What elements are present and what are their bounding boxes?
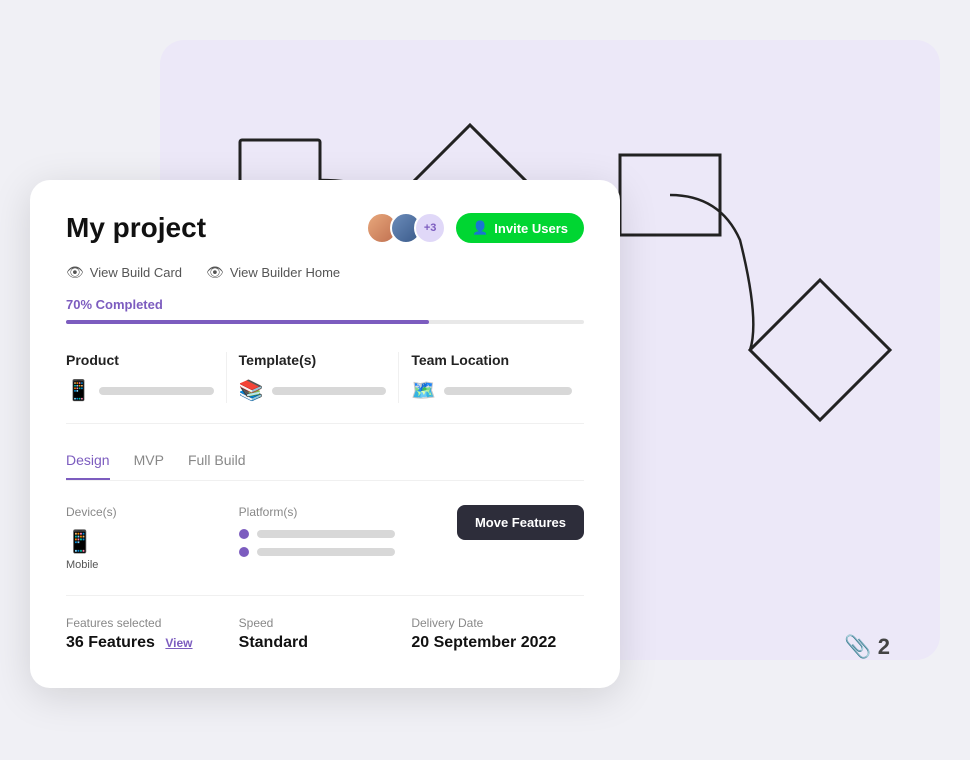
progress-bar-fill xyxy=(66,320,429,324)
bottom-delivery: Delivery Date 20 September 2022 xyxy=(411,616,584,652)
attachment-badge: 📎 2 xyxy=(844,634,890,660)
attachment-count: 2 xyxy=(878,634,890,660)
platforms-label: Platform(s) xyxy=(239,505,396,519)
progress-bar-background xyxy=(66,320,584,324)
bottom-features: Features selected 36 Features View xyxy=(66,616,239,652)
attachment-icon: 📎 xyxy=(844,634,871,660)
invite-users-button[interactable]: 👤 Invite Users xyxy=(456,213,584,243)
device-name: Mobile xyxy=(66,559,223,571)
platform-bar-row-2 xyxy=(239,547,396,557)
platform-dot-2 xyxy=(239,547,249,557)
delivery-value: 20 September 2022 xyxy=(411,634,584,652)
project-title: My project xyxy=(66,212,206,244)
product-label: Product xyxy=(66,352,214,368)
platform-bar-1 xyxy=(257,530,396,538)
platforms-col: Platform(s) xyxy=(239,505,412,557)
map-icon: 🗺️ xyxy=(411,378,436,403)
layers-icon: 📚 xyxy=(239,378,264,403)
tab-mvp[interactable]: MVP xyxy=(134,452,164,480)
delivery-label: Delivery Date xyxy=(411,616,584,630)
tab-design[interactable]: Design xyxy=(66,452,110,480)
info-item-team-location: Team Location 🗺️ xyxy=(411,352,584,403)
features-value: 36 Features View xyxy=(66,634,239,652)
avatars-group: +3 xyxy=(366,212,446,244)
platform-bars xyxy=(239,529,396,557)
design-content: Device(s) 📱 Mobile Platform(s) Move Feat… xyxy=(66,505,584,571)
view-features-link[interactable]: View xyxy=(165,636,192,650)
info-grid: Product 📱 Template(s) 📚 Team Location 🗺️ xyxy=(66,352,584,424)
info-item-templates: Template(s) 📚 xyxy=(239,352,400,403)
progress-label: 70% Completed xyxy=(66,297,584,312)
avatar-count: +3 xyxy=(414,212,446,244)
eye-icon-2: 👁 xyxy=(206,264,224,281)
templates-label: Template(s) xyxy=(239,352,387,368)
progress-section: 70% Completed xyxy=(66,297,584,324)
tabs: Design MVP Full Build xyxy=(66,452,584,481)
speed-label: Speed xyxy=(239,616,412,630)
nav-links: 👁 View Build Card 👁 View Builder Home xyxy=(66,264,584,281)
move-button-col: Move Features xyxy=(411,505,584,540)
platform-bar-2 xyxy=(257,548,396,556)
header-right: +3 👤 Invite Users xyxy=(366,212,584,244)
user-plus-icon: 👤 xyxy=(472,220,488,236)
speed-value: Standard xyxy=(239,634,412,652)
platform-dot-1 xyxy=(239,529,249,539)
tab-full-build[interactable]: Full Build xyxy=(188,452,246,480)
view-build-card-link[interactable]: 👁 View Build Card xyxy=(66,264,182,281)
product-bar xyxy=(99,387,214,395)
project-card: My project +3 👤 Invite Users 👁 View Buil… xyxy=(30,180,620,688)
eye-icon: 👁 xyxy=(66,264,84,281)
info-item-product: Product 📱 xyxy=(66,352,227,403)
team-location-value-row: 🗺️ xyxy=(411,378,572,403)
devices-label: Device(s) xyxy=(66,505,223,519)
move-features-button[interactable]: Move Features xyxy=(457,505,584,540)
team-location-label: Team Location xyxy=(411,352,572,368)
view-builder-home-link[interactable]: 👁 View Builder Home xyxy=(206,264,340,281)
mobile-icon: 📱 xyxy=(66,378,91,403)
product-value-row: 📱 xyxy=(66,378,214,403)
team-location-bar xyxy=(444,387,572,395)
card-header: My project +3 👤 Invite Users xyxy=(66,212,584,244)
bottom-speed: Speed Standard xyxy=(239,616,412,652)
devices-col: Device(s) 📱 Mobile xyxy=(66,505,239,571)
bottom-info: Features selected 36 Features View Speed… xyxy=(66,595,584,652)
device-icon: 📱 xyxy=(66,529,223,555)
features-label: Features selected xyxy=(66,616,239,630)
templates-value-row: 📚 xyxy=(239,378,387,403)
platform-bar-row-1 xyxy=(239,529,396,539)
templates-bar xyxy=(272,387,387,395)
